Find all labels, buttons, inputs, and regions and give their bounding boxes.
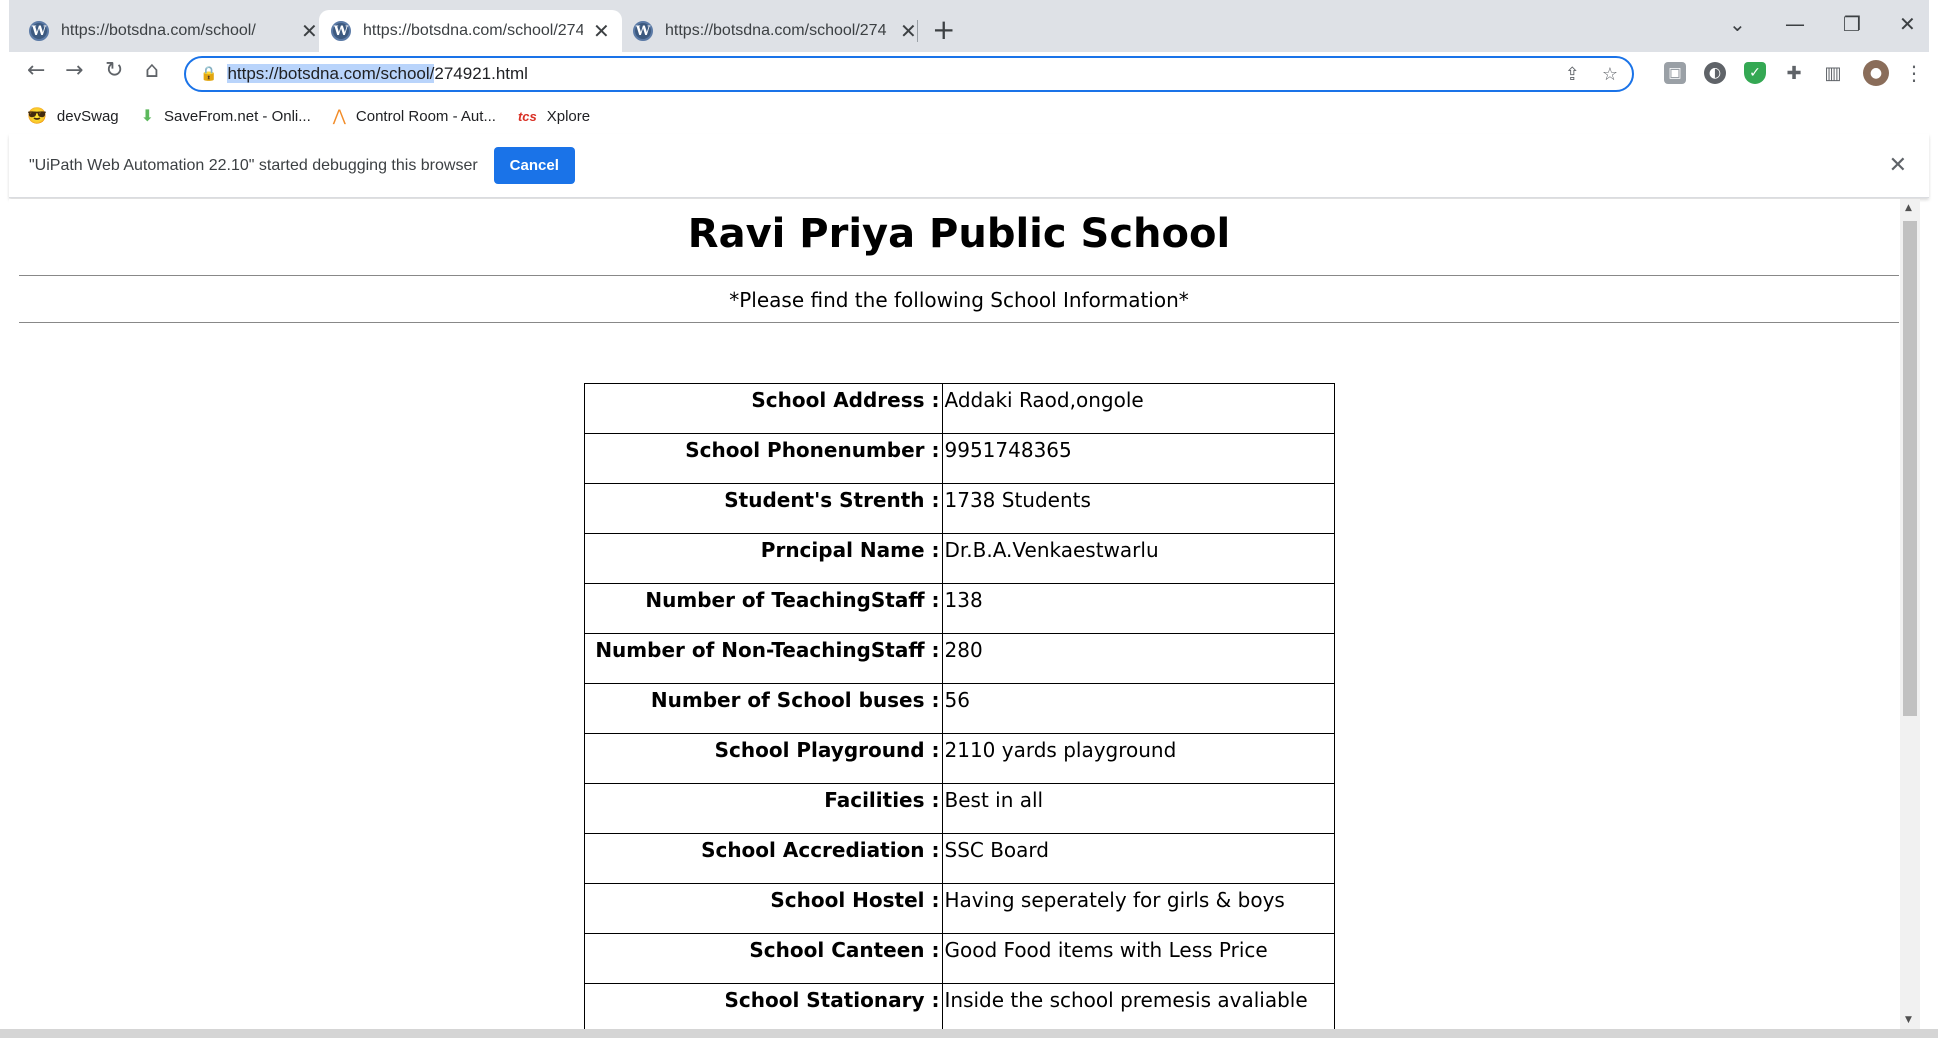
row-value: SSC Board [941, 833, 1335, 884]
row-value: 56 [941, 683, 1335, 734]
infobar-message: "UiPath Web Automation 22.10" started de… [29, 156, 478, 174]
extension-globe-icon[interactable]: ◐ [1704, 62, 1726, 84]
tab-school-detail[interactable]: W https://botsdna.com/school/274921.html… [319, 10, 622, 52]
table-row: School Phonenumber :9951748365 [583, 433, 1335, 484]
table-row: Prncipal Name : Dr.B.A.Venkaestwarlu [583, 533, 1335, 584]
tab-school-other[interactable]: W https://botsdna.com/school/274 ✕ [621, 10, 929, 52]
table-row: Number of School buses :56 [583, 683, 1335, 734]
row-value: Inside the school premesis avaliable [941, 983, 1335, 1029]
row-label: Facilities : [583, 783, 943, 834]
divider [19, 322, 1899, 323]
avatar[interactable]: ● [1863, 60, 1889, 86]
debugging-infobar: "UiPath Web Automation 22.10" started de… [9, 134, 1929, 198]
smiley-icon: 😎 [27, 108, 47, 125]
download-arrow-icon: ⬇ [140, 108, 155, 125]
tab-title: https://botsdna.com/school/ [61, 22, 256, 39]
lock-icon[interactable]: 🔒 [200, 66, 217, 82]
bookmarks-bar: 😎 devSwag ⬇ SaveFrom.net - Onli... ⋀ Con… [9, 98, 1929, 134]
table-row: Facilities : Best in all [583, 783, 1335, 834]
back-arrow-icon[interactable]: ← [27, 58, 45, 83]
table-row: School Canteen : Good Food items with Les… [583, 933, 1335, 984]
table-row: School Address : Addaki Raod,ongole [583, 383, 1335, 434]
table-row: Number of TeachingStaff :138 [583, 583, 1335, 634]
tab-strip: W https://botsdna.com/school/ ✕ W https:… [9, 0, 1929, 52]
taskbar-edge [0, 1029, 1938, 1038]
tab-title: https://botsdna.com/school/274 [665, 22, 887, 39]
row-value: Having seperately for girls & boys [941, 883, 1335, 934]
menu-kebab-icon[interactable]: ⋮ [1903, 61, 1925, 85]
scrollbar-thumb[interactable] [1903, 221, 1917, 716]
row-value: Best in all [941, 783, 1335, 834]
automation-anywhere-icon: ⋀ [332, 108, 346, 125]
row-value: 280 [941, 633, 1335, 684]
row-value: Good Food items with Less Price [941, 933, 1335, 984]
row-value: 1738 Students [941, 483, 1335, 534]
row-label: Student's Strenth : [583, 483, 943, 534]
table-row: Number of Non-TeachingStaff :280 [583, 633, 1335, 684]
row-label: School Accrediation : [583, 833, 943, 884]
table-row: School Playground :2110 yards playground [583, 733, 1335, 784]
minimize-icon[interactable]: — [1785, 12, 1805, 36]
extension-profile-icon[interactable]: ▣ [1664, 62, 1686, 84]
row-value: Dr.B.A.Venkaestwarlu [941, 533, 1335, 584]
bookmark-devswag[interactable]: 😎 devSwag [27, 106, 119, 126]
home-icon[interactable]: ⌂ [145, 58, 159, 83]
vertical-scrollbar[interactable]: ▲ ▼ [1900, 199, 1920, 1029]
url-text[interactable]: https://botsdna.com/school/274921.html [227, 64, 528, 84]
table-row: School Stationary : Inside the school pre… [583, 983, 1335, 1029]
wordpress-icon: W [29, 21, 49, 41]
table-row: School Hostel : Having seperately for gir… [583, 883, 1335, 934]
table-row: Student's Strenth :1738 Students [583, 483, 1335, 534]
row-value: Addaki Raod,ongole [941, 383, 1335, 434]
row-label: School Playground : [583, 733, 943, 784]
page-content: Ravi Priya Public School *Please find th… [9, 199, 1909, 1029]
forward-arrow-icon[interactable]: → [65, 58, 83, 83]
row-label: Number of Non-TeachingStaff : [583, 633, 943, 684]
share-icon[interactable]: ⇪ [1565, 64, 1580, 85]
scroll-down-icon[interactable]: ▼ [1905, 1015, 1912, 1025]
row-label: Prncipal Name : [583, 533, 943, 584]
row-label: Number of School buses : [583, 683, 943, 734]
school-info-table: School Address : Addaki Raod,ongole School… [583, 383, 1335, 1029]
browser-toolbar: ← → ↻ ⌂ 🔒 https://botsdna.com/school/274… [9, 52, 1929, 98]
row-label: School Canteen : [583, 933, 943, 984]
browser-window: W https://botsdna.com/school/ ✕ W https:… [9, 0, 1929, 1038]
tab-search-chevron-icon[interactable]: ⌄ [1729, 12, 1746, 36]
row-label: School Address : [583, 383, 943, 434]
page-subtitle: *Please find the following School Inform… [729, 288, 1189, 312]
address-bar[interactable]: 🔒 https://botsdna.com/school/274921.html… [184, 56, 1634, 92]
wordpress-icon: W [633, 21, 653, 41]
bookmark-savefrom[interactable]: ⬇ SaveFrom.net - Onli... [141, 106, 311, 126]
page-title: Ravi Priya Public School [687, 211, 1231, 257]
tab-title: https://botsdna.com/school/274921.html [363, 22, 583, 39]
reload-icon[interactable]: ↻ [105, 58, 123, 83]
row-label: School Hostel : [583, 883, 943, 934]
tab-school-index[interactable]: W https://botsdna.com/school/ ✕ [17, 10, 330, 52]
table-row: School Accrediation : SSC Board [583, 833, 1335, 884]
bookmark-star-icon[interactable]: ☆ [1602, 64, 1618, 85]
puzzle-extensions-icon[interactable]: ✚ [1783, 62, 1805, 84]
close-icon[interactable]: ✕ [593, 19, 610, 43]
shield-extension-icon[interactable]: ✓ [1744, 62, 1766, 84]
restore-icon[interactable]: ❐ [1843, 12, 1861, 36]
close-icon[interactable]: ✕ [301, 19, 318, 43]
cancel-button[interactable]: Cancel [493, 147, 575, 184]
row-value: 2110 yards playground [941, 733, 1335, 784]
close-icon[interactable]: ✕ [900, 19, 917, 43]
row-label: School Stationary : [583, 983, 943, 1029]
close-icon[interactable]: ✕ [1889, 152, 1907, 178]
row-label: Number of TeachingStaff : [583, 583, 943, 634]
tcs-icon: tcs [517, 108, 537, 124]
bookmark-xplore[interactable]: tcs Xplore [518, 108, 590, 125]
bookmark-control-room[interactable]: ⋀ Control Room - Aut... [333, 106, 496, 126]
new-tab-plus-icon[interactable]: + [932, 15, 955, 45]
row-value: 9951748365 [941, 433, 1335, 484]
row-value: 138 [941, 583, 1335, 634]
scroll-up-icon[interactable]: ▲ [1905, 203, 1912, 213]
window-close-icon[interactable]: ✕ [1899, 12, 1916, 36]
side-panel-icon[interactable]: ▥ [1822, 62, 1844, 84]
row-label: School Phonenumber : [583, 433, 943, 484]
wordpress-icon: W [331, 21, 351, 41]
tab-separator [917, 20, 918, 42]
